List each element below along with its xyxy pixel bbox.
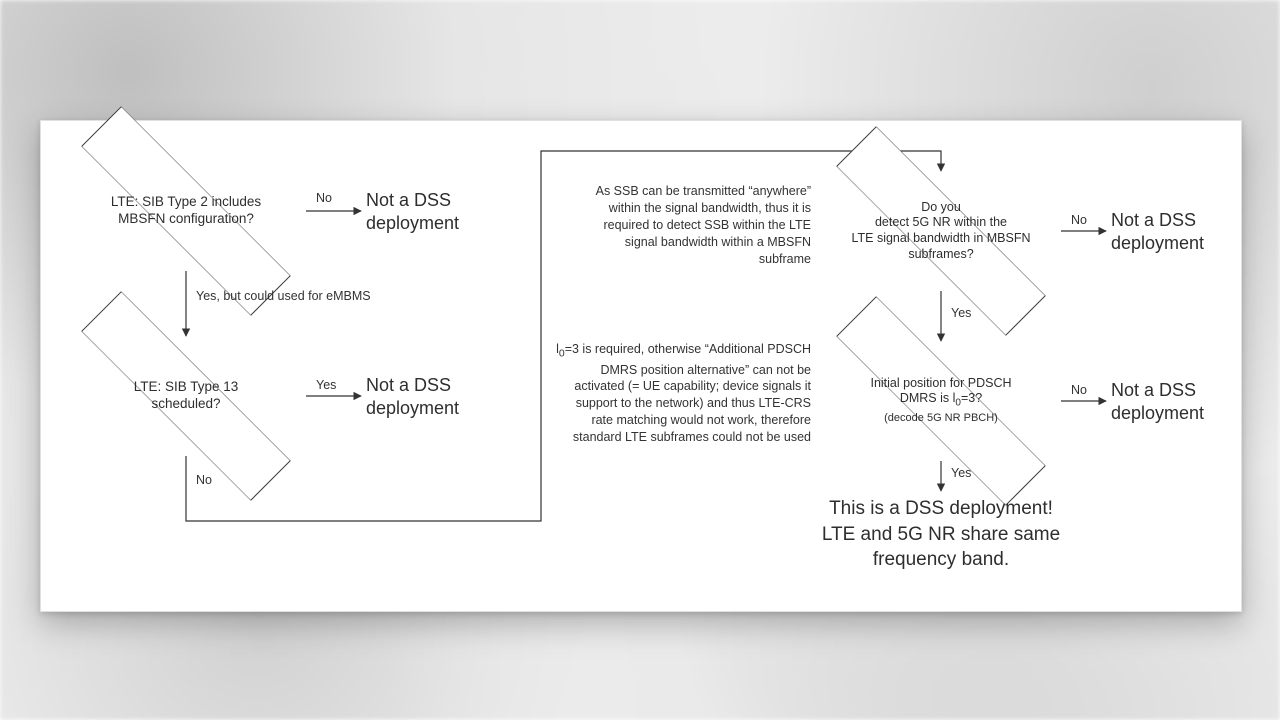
edge-label-no: No xyxy=(196,473,212,487)
note-dmrs: l0=3 is required, otherwise “Additional … xyxy=(554,341,811,446)
n2-post: =3 is required, otherwise “Additional PD… xyxy=(565,342,811,444)
decision-label: LTE: SIB Type 2 includes MBSFN configura… xyxy=(66,151,306,271)
decision-label: Do you detect 5G NR within the LTE signa… xyxy=(821,171,1061,291)
flowchart-card: LTE: SIB Type 2 includes MBSFN configura… xyxy=(40,120,1242,612)
decision-detect-nr: Do you detect 5G NR within the LTE signa… xyxy=(821,171,1061,291)
decision-mbsfn-config: LTE: SIB Type 2 includes MBSFN configura… xyxy=(66,151,306,271)
edge-label-yes: Yes xyxy=(316,378,336,392)
result-not-dss-2: Not a DSS deployment xyxy=(366,374,516,421)
edge-label-yes: Yes xyxy=(951,306,971,320)
edge-label-no: No xyxy=(316,191,332,205)
d4-pre: Initial position for PDSCH DMRS is l xyxy=(870,376,1011,406)
d4-sublabel: (decode 5G NR PBCH) xyxy=(884,412,998,424)
decision-label: Initial position for PDSCH DMRS is l0=3?… xyxy=(821,341,1061,461)
result-not-dss-3: Not a DSS deployment xyxy=(1111,209,1231,256)
edge-label-no: No xyxy=(1071,213,1087,227)
decision-dmrs-pos: Initial position for PDSCH DMRS is l0=3?… xyxy=(821,341,1061,461)
edge-label-no: No xyxy=(1071,383,1087,397)
decision-sib13: LTE: SIB Type 13 scheduled? xyxy=(66,336,306,456)
result-not-dss-1: Not a DSS deployment xyxy=(366,189,516,236)
edge-label-yes-embms: Yes, but could used for eMBMS xyxy=(196,289,416,303)
note-ssb: As SSB can be transmitted “anywhere” wit… xyxy=(586,183,811,267)
edge-label-yes: Yes xyxy=(951,466,971,480)
d4-post: =3? xyxy=(961,391,982,405)
result-not-dss-4: Not a DSS deployment xyxy=(1111,379,1231,426)
final-conclusion: This is a DSS deployment! LTE and 5G NR … xyxy=(791,496,1091,573)
decision-label: LTE: SIB Type 13 scheduled? xyxy=(66,336,306,456)
